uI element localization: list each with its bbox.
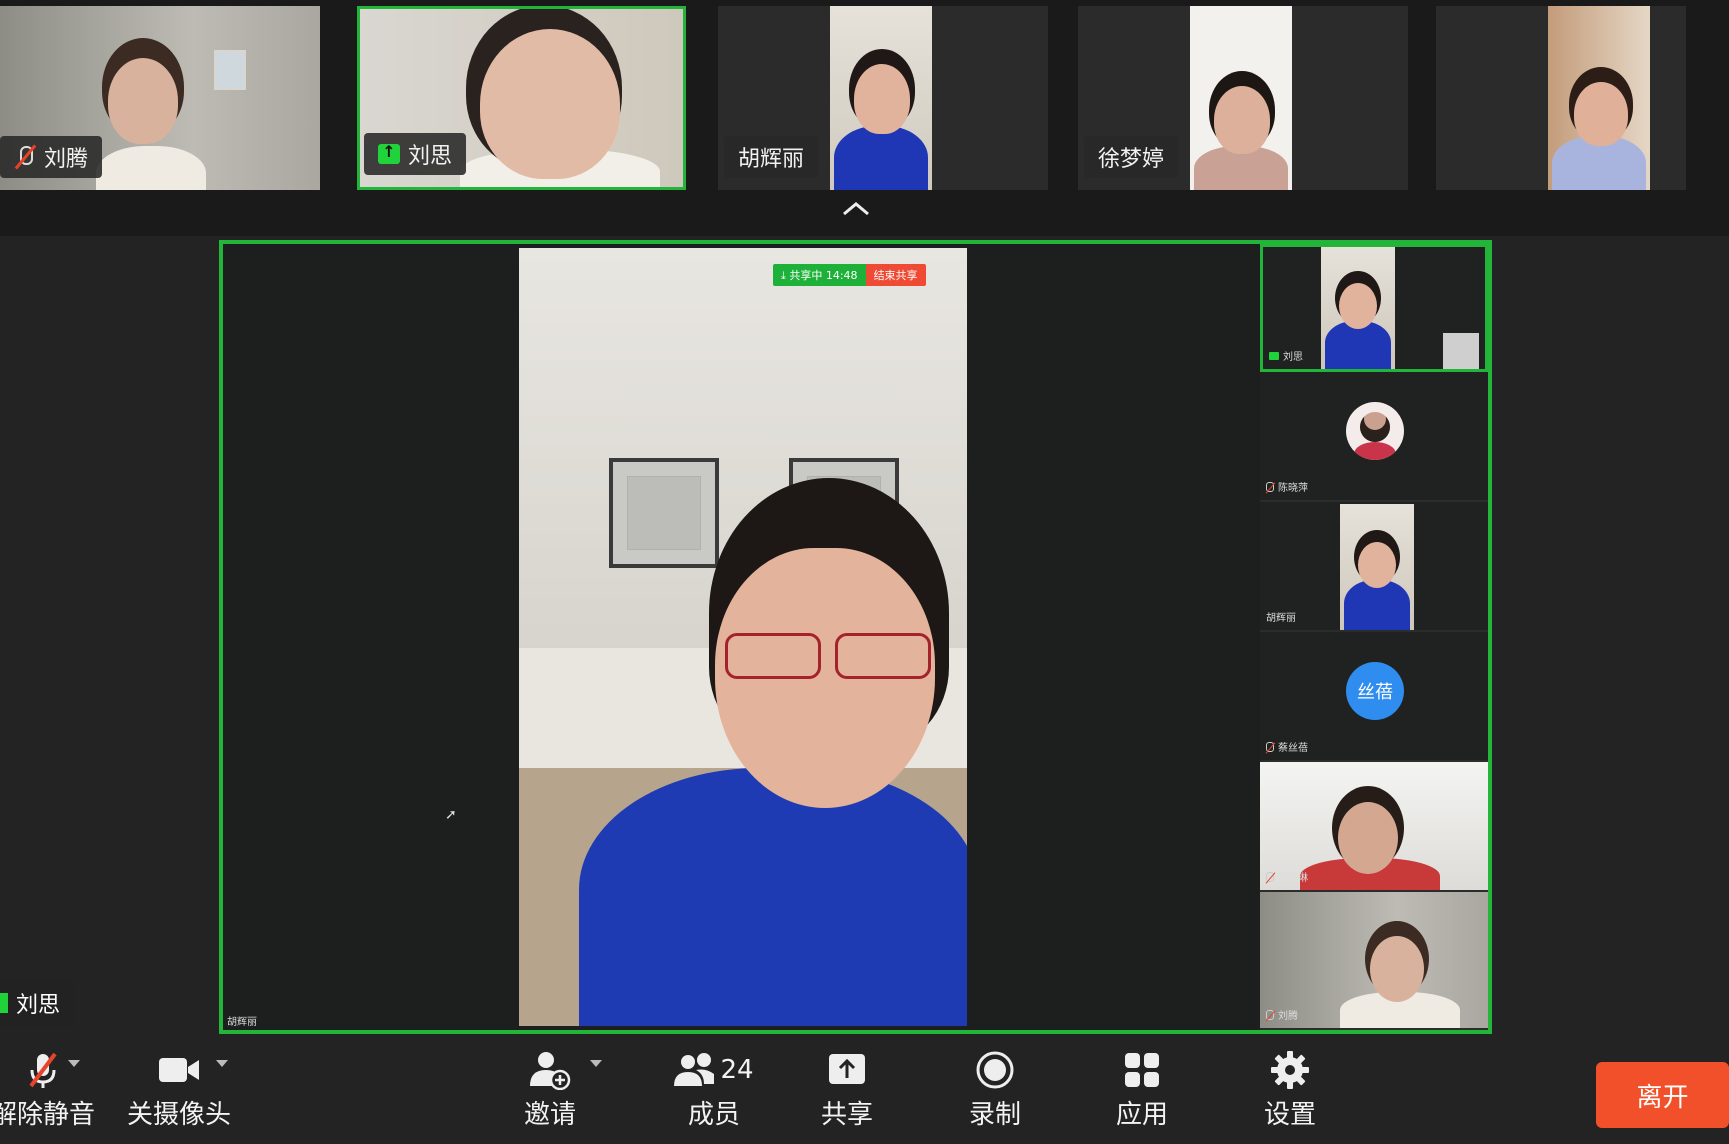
stop-video-label: 关摄像头 — [126, 1100, 231, 1130]
active-speaker-label: 刘思 — [0, 980, 75, 1026]
mouse-cursor-icon: ➚ — [445, 806, 457, 822]
presenter-body — [579, 768, 967, 1026]
sidebar-tile-active[interactable]: 刘思 — [1260, 244, 1488, 372]
sidebar-tile[interactable]: 汤玮琳 — [1260, 762, 1488, 892]
participant-video — [1190, 6, 1292, 190]
stop-share-button[interactable]: 结束共享 — [865, 264, 926, 286]
participant-strip: 刘腾 刘思 胡辉丽 — [0, 0, 1729, 236]
sidebar-tile[interactable]: 陈晓萍 — [1260, 372, 1488, 502]
participant-name: 刘腾 — [44, 147, 89, 172]
avatar: 丝蓓 — [1346, 662, 1404, 720]
participant-tile[interactable]: 徐梦婷 — [1078, 6, 1408, 190]
sidebar-tile-name: 蔡丝蓓 — [1266, 739, 1308, 754]
unmute-label: 解除静音 — [0, 1100, 95, 1130]
gear-icon — [1270, 1048, 1310, 1092]
record-label: 录制 — [968, 1100, 1021, 1130]
gallery-sidebar: 刘思 陈晓萍 胡辉丽 丝蓓 蔡丝蓓 汤玮琳 刘腾 — [1260, 244, 1488, 1030]
apps-label: 应用 — [1115, 1100, 1168, 1130]
sidebar-tile-name: 刘腾 — [1266, 1007, 1298, 1022]
invite-button[interactable]: 邀请 — [510, 1048, 590, 1138]
participant-video — [830, 6, 932, 190]
speaking-indicator-icon — [0, 993, 8, 1013]
participant-name: 胡辉丽 — [738, 147, 805, 172]
share-icon — [378, 142, 400, 164]
participant-tile[interactable]: 胡辉丽 — [718, 6, 1048, 190]
record-icon — [975, 1048, 1015, 1092]
share-status-label: ⤓ 共享中 14:48 — [773, 264, 866, 286]
share-screen-button[interactable]: 共享 — [807, 1048, 887, 1138]
meeting-toolbar: 解除静音 关摄像头 邀请 24 成员 共享 录制 应用 设置 — [0, 1038, 1729, 1144]
sidebar-tile[interactable]: 刘腾 — [1260, 892, 1488, 1030]
shared-screen[interactable]: ⤓ 共享中 14:48 结束共享 — [519, 248, 967, 1026]
apps-button[interactable]: 应用 — [1102, 1048, 1182, 1138]
sidebar-tile-name: 汤玮琳 — [1266, 869, 1308, 884]
meeting-window: 刘腾 刘思 胡辉丽 — [0, 0, 1729, 1144]
leave-meeting-button[interactable]: 离开 — [1596, 1062, 1729, 1128]
participant-name-tag: 刘腾 — [0, 136, 103, 178]
sidebar-tile[interactable]: 胡辉丽 — [1260, 502, 1488, 632]
participant-tile[interactable] — [1436, 6, 1686, 190]
avatar — [1346, 402, 1404, 460]
mic-muted-icon — [23, 1048, 63, 1092]
share-screen-icon — [827, 1048, 867, 1092]
mic-muted-icon — [1266, 741, 1274, 752]
apps-grid-icon — [1123, 1048, 1161, 1092]
main-stage: ⤓ 共享中 14:48 结束共享 胡辉丽 ➚ 刘思 陈晓萍 胡辉丽 丝蓓 蔡丝蓓… — [219, 240, 1492, 1034]
share-control-bar: ⤓ 共享中 14:48 结束共享 — [773, 264, 926, 286]
presenter-label: 胡辉丽 — [227, 1017, 257, 1028]
participant-tile-active[interactable]: 刘思 — [357, 6, 686, 190]
participant-name-tag: 徐梦婷 — [1084, 136, 1179, 178]
sidebar-tile-name: 陈晓萍 — [1266, 479, 1308, 494]
participants-count: 24 — [720, 1055, 754, 1085]
mic-muted-icon — [14, 144, 36, 170]
glasses-shape — [719, 633, 939, 679]
collapse-chevron-icon[interactable] — [841, 200, 871, 220]
participant-name: 徐梦婷 — [1098, 147, 1165, 172]
mic-muted-icon — [1266, 1009, 1274, 1020]
sidebar-tile-name: 胡辉丽 — [1266, 613, 1296, 624]
sidebar-tile-name: 刘思 — [1269, 348, 1303, 363]
share-icon — [1269, 351, 1279, 360]
share-screen-label: 共享 — [820, 1100, 873, 1130]
settings-button[interactable]: 设置 — [1250, 1048, 1330, 1138]
participant-name-tag: 胡辉丽 — [724, 136, 819, 178]
settings-label: 设置 — [1263, 1100, 1316, 1130]
participant-name: 刘思 — [408, 144, 453, 169]
video-options-chevron-icon[interactable] — [216, 1060, 228, 1067]
participants-icon — [674, 1053, 715, 1086]
sidebar-tile[interactable]: 丝蓓 蔡丝蓓 — [1260, 632, 1488, 762]
invite-options-chevron-icon[interactable] — [590, 1060, 602, 1067]
unmute-button[interactable]: 解除静音 — [0, 1048, 98, 1138]
participant-tile[interactable]: 刘腾 — [0, 6, 320, 190]
record-button[interactable]: 录制 — [955, 1048, 1035, 1138]
add-user-icon — [528, 1048, 572, 1092]
audio-options-chevron-icon[interactable] — [68, 1060, 80, 1067]
wall-picture — [609, 458, 719, 568]
participants-label: 成员 — [687, 1100, 740, 1130]
camera-icon — [157, 1048, 201, 1092]
mic-muted-icon — [1266, 871, 1274, 882]
participant-video — [1548, 6, 1650, 190]
mic-muted-icon — [1266, 481, 1274, 492]
participant-name-tag: 刘思 — [364, 133, 467, 175]
participants-button[interactable]: 24 成员 — [664, 1048, 764, 1138]
invite-label: 邀请 — [523, 1100, 576, 1130]
